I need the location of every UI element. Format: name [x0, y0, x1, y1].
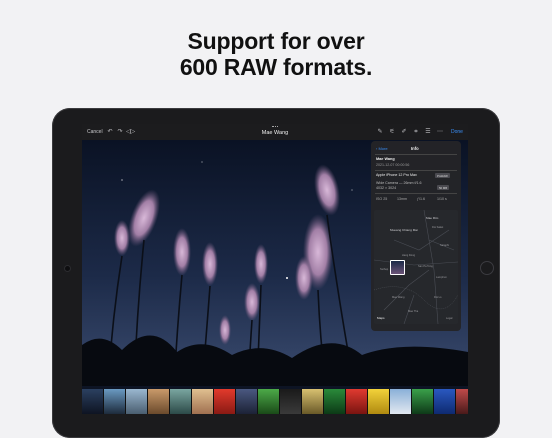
resolution-info: 4032 × 3024: [376, 186, 397, 190]
headline-line-1: Support for over: [187, 28, 365, 54]
editor-toolbar: Cancel ↶ ↷ ◁▷ Mae Wang ✎ ⚟ ✐ ⌗ ☰ ⋯ Done: [82, 124, 468, 140]
grabber-icon[interactable]: [272, 126, 278, 129]
map-label: Hang Dong: [402, 254, 416, 257]
back-label: More: [378, 146, 388, 151]
camera-icon: [65, 266, 70, 271]
home-button[interactable]: [480, 261, 494, 275]
done-button[interactable]: Done: [451, 129, 463, 135]
divider: [375, 193, 457, 194]
legal-link[interactable]: Legal: [446, 317, 452, 320]
map-label: Suthep: [380, 268, 389, 271]
device-name: Apple iPhone 12 Pro Max: [376, 173, 417, 177]
map-label: Doi Lo: [434, 296, 442, 299]
maps-attribution: Maps: [377, 316, 385, 320]
thumbnail[interactable]: [104, 389, 125, 414]
thumbnail[interactable]: [236, 389, 257, 414]
thumbnail[interactable]: [412, 389, 433, 414]
thumbnail[interactable]: [434, 389, 455, 414]
adjust-icon[interactable]: ⚟: [388, 128, 396, 136]
more-icon[interactable]: ⋯: [436, 128, 444, 136]
crop-icon[interactable]: ⌗: [412, 128, 420, 136]
pen-icon[interactable]: ✎: [376, 128, 384, 136]
info-date: 2021-12-07 00:00:56: [376, 163, 410, 167]
filmstrip: [82, 389, 468, 414]
lens-info: Wide Camera — 26mm f/1.6: [376, 181, 422, 185]
map-label: Mueang Chiang Mai: [390, 228, 418, 232]
thumbnail[interactable]: [214, 389, 235, 414]
map-label: Saraphi: [440, 244, 449, 247]
brush-icon[interactable]: ✐: [400, 128, 408, 136]
thumbnail[interactable]: [126, 389, 147, 414]
thumbnail[interactable]: [192, 389, 213, 414]
thumbnail[interactable]: [258, 389, 279, 414]
thumbnail[interactable]: [346, 389, 367, 414]
thumbnail[interactable]: [302, 389, 323, 414]
map-label: San Pa Tong: [418, 265, 433, 268]
map-label: Mae Rim: [426, 216, 439, 220]
list-icon[interactable]: ☰: [424, 128, 432, 136]
panel-title: Info: [411, 146, 419, 151]
format-badge: ProRAW: [435, 173, 450, 178]
info-filename: Mae Wang: [376, 157, 395, 161]
exif-focal: 13mm: [397, 197, 407, 201]
divider: [375, 170, 457, 171]
exif-aperture: ƒ/1.6: [417, 197, 425, 201]
thumbnail[interactable]: [82, 389, 103, 414]
exif-iso: ISO 25: [376, 197, 388, 201]
size-badge: 50 MB: [437, 185, 450, 190]
location-map[interactable]: Mae Rim Mueang Chiang Mai Saraphi Hang D…: [374, 210, 458, 324]
editor-screen: Cancel ↶ ↷ ◁▷ Mae Wang ✎ ⚟ ✐ ⌗ ☰ ⋯ Done …: [82, 124, 468, 414]
back-button[interactable]: ‹ More: [376, 146, 388, 151]
headline: Support for over 600 RAW formats.: [0, 28, 552, 80]
thumbnail[interactable]: [148, 389, 169, 414]
divider: [375, 154, 457, 155]
thumbnail[interactable]: [390, 389, 411, 414]
map-label: Mae Tha: [408, 310, 419, 313]
headline-line-2: 600 RAW formats.: [179, 54, 373, 80]
photo-title: Mae Wang: [261, 130, 289, 136]
pin-icon[interactable]: [390, 260, 405, 275]
exif-shutter: 1/10 s: [437, 197, 447, 201]
thumbnail[interactable]: [170, 389, 191, 414]
thumbnail[interactable]: [368, 389, 389, 414]
map-label: Lamphun: [436, 276, 447, 279]
thumbnail[interactable]: [456, 389, 468, 414]
info-panel: ‹ More Info Mae Wang 2021-12-07 00:00:56…: [371, 141, 461, 331]
thumbnail[interactable]: [324, 389, 345, 414]
map-label: Doi Saket: [432, 226, 444, 229]
map-label: Mae Wang: [392, 296, 405, 299]
maps-label: Maps: [377, 316, 385, 320]
thumbnail[interactable]: [280, 389, 301, 414]
